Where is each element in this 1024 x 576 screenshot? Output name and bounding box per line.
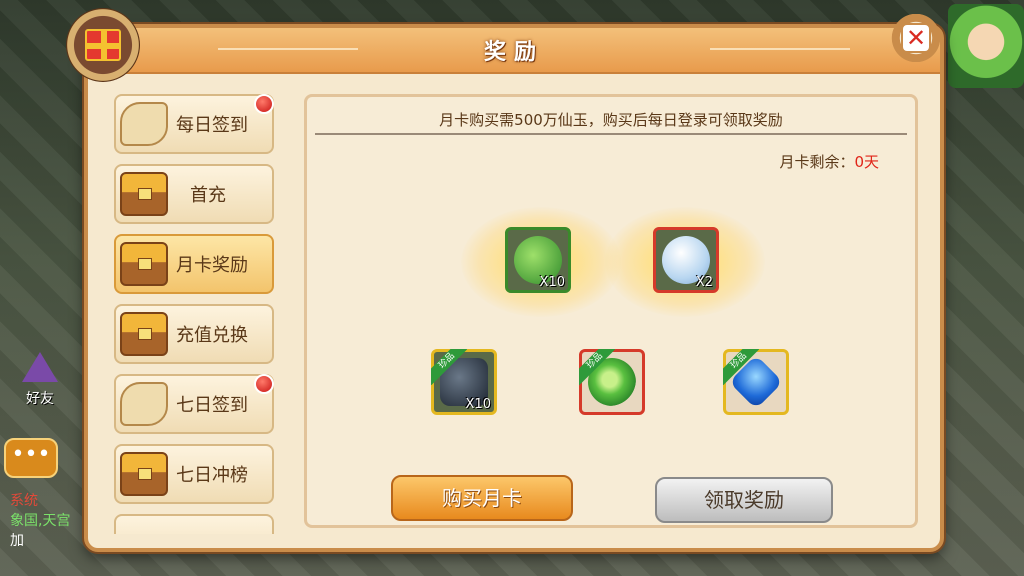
title-ornament-right: [710, 48, 850, 50]
sidebar-item-label: 月卡奖励: [176, 255, 248, 276]
sidebar-item-label: 七日签到: [176, 395, 248, 416]
sidebar-item-seven-day-ranking[interactable]: 七日冲榜: [114, 444, 274, 504]
reward-slot-jade[interactable]: 珍品: [579, 349, 645, 415]
claim-reward-button[interactable]: 领取奖励: [655, 477, 833, 523]
chest-icon: [120, 242, 168, 286]
card-remaining-label: 月卡剩余：: [779, 153, 855, 171]
player-avatar[interactable]: [948, 4, 1024, 88]
reward-slot-gem[interactable]: 珍品: [723, 349, 789, 415]
card-remaining-value: 0天: [854, 153, 879, 171]
sidebar-item-label: 首充: [190, 185, 226, 206]
rare-tag: 珍品: [431, 349, 467, 385]
dialog-title-bar: 奖励: [88, 28, 940, 74]
sidebar-item-label: 七日冲榜: [176, 465, 248, 486]
sidebar-item-recharge-exchange[interactable]: 充值兑换: [114, 304, 274, 364]
sidebar-item-label: 每日签到: [176, 115, 248, 136]
close-icon: ✕: [901, 23, 931, 53]
gift-icon: [66, 8, 140, 82]
chest-icon: [120, 312, 168, 356]
card-remaining: 月卡剩余：0天: [779, 151, 879, 172]
gift-box-icon: [85, 29, 121, 61]
chest-icon: [120, 172, 168, 216]
sidebar-item-more[interactable]: [114, 514, 274, 534]
monthly-card-notice: 月卡购买需500万仙玉，购买后每日登录可领取奖励: [315, 105, 907, 135]
scroll-icon: [120, 102, 168, 146]
chat-bubble-icon[interactable]: •••: [4, 438, 58, 478]
scroll-icon: [120, 382, 168, 426]
reward-slot-crystal[interactable]: X2: [653, 227, 719, 293]
monthly-card-panel: 月卡购买需500万仙玉，购买后每日登录可领取奖励 月卡剩余：0天 X10 X2 …: [304, 94, 918, 528]
rare-tag: 珍品: [579, 349, 615, 385]
sidebar-item-daily-signin[interactable]: 每日签到: [114, 94, 274, 154]
chat-preview[interactable]: 系统 象国,天宫 加: [10, 490, 90, 550]
friends-label: 好友: [26, 391, 54, 407]
buy-monthly-card-button[interactable]: 购买月卡: [391, 475, 573, 521]
chat-message: 象国,天宫: [10, 513, 71, 529]
reward-dialog: 奖励 每日签到 首充 月卡奖励 充值兑换 七日签到 七日冲榜 月卡购买需500万…: [84, 24, 944, 552]
sidebar-item-label: 充值兑换: [176, 325, 248, 346]
reward-sidebar: 每日签到 首充 月卡奖励 充值兑换 七日签到 七日冲榜: [114, 94, 276, 534]
rare-tag: 珍品: [723, 349, 759, 385]
reward-slot-gourd[interactable]: X10: [505, 227, 571, 293]
sidebar-item-first-recharge[interactable]: 首充: [114, 164, 274, 224]
friends-button[interactable]: 好友: [8, 352, 72, 412]
item-quantity: X10: [539, 275, 565, 290]
chest-icon: [120, 452, 168, 496]
chat-add: 加: [10, 533, 24, 549]
sidebar-item-monthly-card[interactable]: 月卡奖励: [114, 234, 274, 294]
dialog-title: 奖励: [483, 40, 544, 65]
friends-hat-icon: [22, 352, 58, 382]
item-quantity: X10: [465, 397, 491, 412]
sidebar-item-seven-day-signin[interactable]: 七日签到: [114, 374, 274, 434]
close-button[interactable]: ✕: [884, 14, 948, 62]
item-quantity: X2: [695, 275, 713, 290]
reward-slot-ore[interactable]: 珍品 X10: [431, 349, 497, 415]
notification-dot: [254, 374, 274, 394]
chat-system-tag: 系统: [10, 493, 38, 509]
notification-dot: [254, 94, 274, 114]
